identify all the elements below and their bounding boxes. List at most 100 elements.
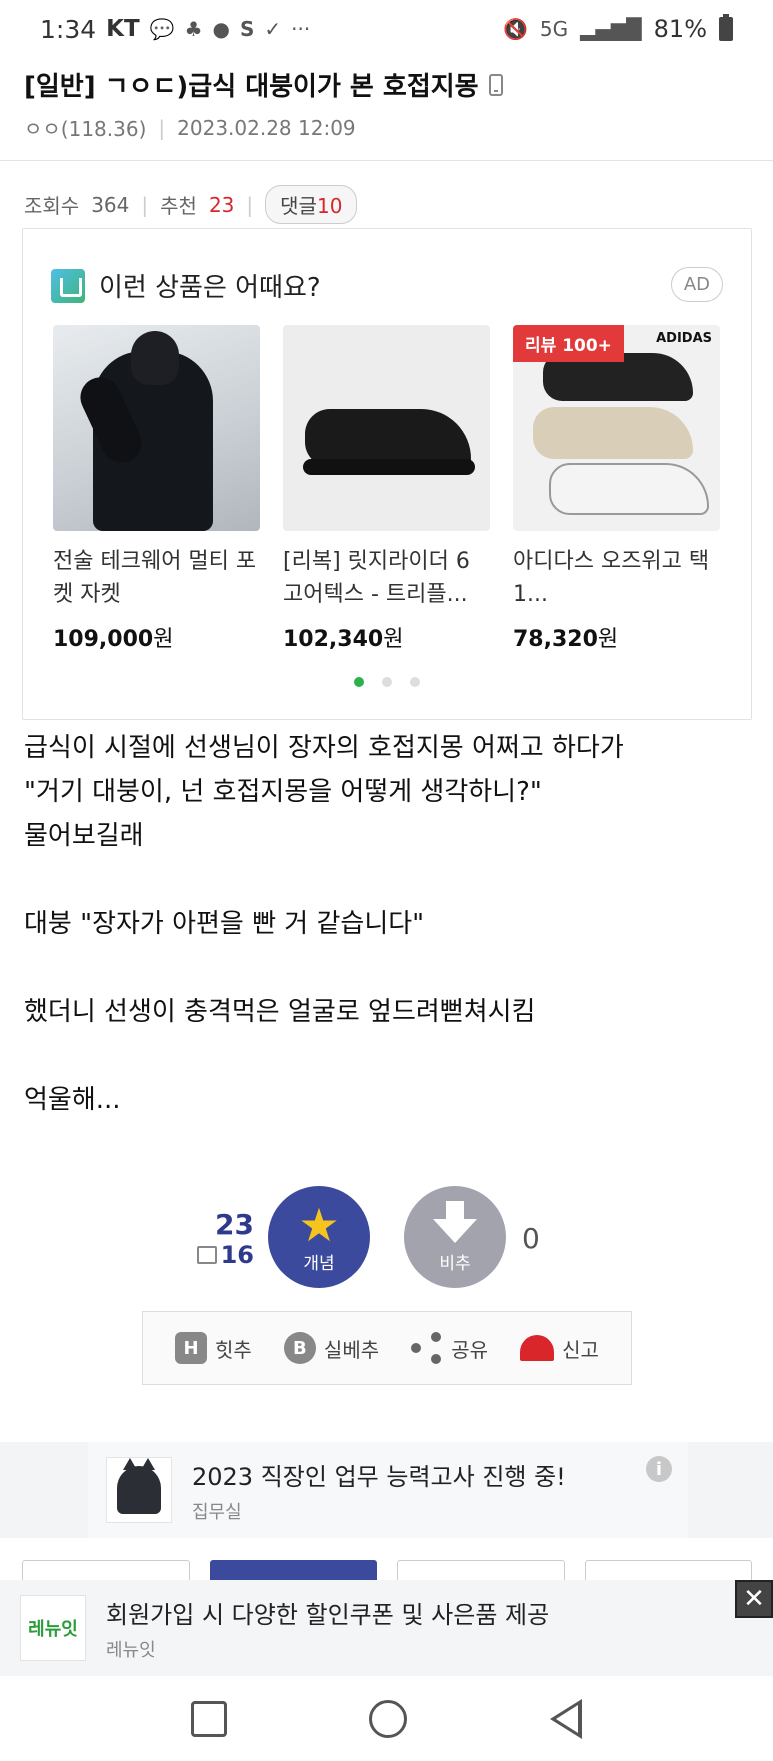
tab[interactable] [209,1560,377,1580]
status-time: 1:34 [40,14,97,44]
up-vote-count: 23 [215,1208,254,1241]
product-image[interactable]: 리뷰 100+ ADIDAS [513,325,720,531]
app-notification-icon: ♣ [184,17,203,41]
mute-icon: 🔇 [502,17,528,41]
battery-percent: 81% [653,15,707,43]
check-icon: ✓ [264,17,282,41]
product-price-value: 102,340 [283,627,384,652]
stats-separator: | [141,192,149,217]
share-button[interactable]: 공유 [411,1332,488,1364]
post-stats: 조회수 364 | 추천 23 | 댓글10 [24,185,358,224]
tabs-peek [22,1560,752,1580]
product-carousel[interactable]: 전술 테크웨어 멀티 포켓 자켓 109,000원 [리복] 릿지라이더 6 고… [53,325,720,653]
product-name[interactable]: 아디다스 오즈위고 택1... [513,545,720,611]
share-node-top [431,1332,442,1342]
mobile-post-icon [488,73,503,96]
views-label: 조회수 [24,194,80,218]
views-count: 364 [91,192,130,217]
fixed-user-icon [196,1246,217,1264]
body-line [24,858,754,902]
bottom-ad-title: 회원가입 시 다양한 할인쿠폰 및 사은품 제공 [106,1600,550,1629]
ad-header: 이런 상품은 어때요? [51,267,321,304]
status-bar: 1:34 KT 💬 ♣ ● S ✓ ··· 🔇 5G ▂▄▆█ 81% [0,0,773,58]
carousel-dot[interactable] [354,677,364,687]
shopping-bag-icon [51,268,85,303]
info-icon[interactable]: i [646,1456,672,1482]
network-5g-icon: 5G [539,17,569,41]
promo-card[interactable]: 2023 직장인 업무 능력고사 진행 중! 집무실 i [88,1442,688,1538]
product-card[interactable]: 리뷰 100+ ADIDAS 아디다스 오즈위고 택1... 78,320원 [513,325,720,653]
fixed-vote-count: 16 [220,1241,254,1269]
report-label: 신고 [562,1337,599,1362]
tab[interactable] [584,1560,752,1580]
hit-label: 힛추 [215,1337,252,1362]
post-body: 급식이 시절에 선생님이 장자의 호접지몽 어쩌고 하다가 "거기 대붕이, 넌… [24,726,754,1122]
more-notifications-icon: ··· [291,17,311,41]
recent-apps-icon[interactable] [191,1700,228,1737]
downvote-label: 비추 [439,1253,471,1274]
star-icon: ★ [298,1197,340,1252]
product-ad-box: 이런 상품은 어때요? AD 전술 테크웨어 멀티 포켓 자켓 109,000원… [22,228,752,720]
arrow-down-icon [433,1218,477,1243]
status-carrier: KT [106,16,140,42]
recommend-count: 23 [208,192,235,217]
best-recommend-button[interactable]: B 실베추 [283,1332,379,1364]
jacket-head [131,331,179,385]
ad-badge[interactable]: AD [670,267,723,302]
recommend-label: 추천 [160,194,197,218]
brand-tag: ADIDAS [656,331,712,346]
product-price: 102,340원 [283,621,490,653]
tab[interactable] [397,1560,565,1580]
body-line [24,946,754,990]
android-nav-bar [0,1676,773,1761]
tab[interactable] [22,1560,190,1580]
price-unit: 원 [597,627,619,652]
header-divider [0,160,773,161]
promo-logo [106,1457,172,1523]
hit-recommend-button[interactable]: H 힛추 [175,1332,252,1364]
stats-separator: | [246,192,254,217]
close-icon[interactable]: ✕ [735,1580,773,1618]
arrow-down-icon-stem [446,1200,464,1219]
product-card[interactable]: 전술 테크웨어 멀티 포켓 자켓 109,000원 [53,325,260,653]
price-unit: 원 [383,627,404,652]
product-price: 78,320원 [513,621,720,653]
cat-logo-icon [117,1458,161,1514]
share-node-bottom [431,1354,442,1364]
s2c [549,463,709,515]
share-label: 공유 [451,1337,489,1362]
bottom-ad-text: 회원가입 시 다양한 할인쿠폰 및 사은품 제공 레뉴잇 [106,1595,549,1662]
post-date: 2023.02.28 12:09 [177,115,356,140]
bottom-ad-banner[interactable]: 레뉴잇 회원가입 시 다양한 할인쿠폰 및 사은품 제공 레뉴잇 ✕ [0,1580,773,1676]
report-button[interactable]: 신고 [520,1334,599,1363]
battery-icon [719,14,733,41]
promo-title: 2023 직장인 업무 능력고사 진행 중! [192,1462,566,1491]
body-line: "거기 대붕이, 넌 호접지몽을 어떻게 생각하니?" [24,777,542,807]
product-name[interactable]: [리복] 릿지라이더 6 고어텍스 - 트리플... [283,545,490,611]
product-image[interactable] [283,325,490,531]
downvote-count: 0 [522,1222,540,1255]
body-line: 물어보길래 [24,821,144,851]
product-card[interactable]: [리복] 릿지라이더 6 고어텍스 - 트리플... 102,340원 [283,325,490,653]
ad-title: 이런 상품은 어때요? [99,273,321,303]
comment-count-button[interactable]: 댓글10 [265,185,358,224]
post-author[interactable]: ㅇㅇ(118.36) [24,113,146,142]
home-icon[interactable] [369,1699,408,1738]
product-image[interactable] [53,325,260,531]
carousel-dot[interactable] [382,677,392,687]
post-title-row: [일반] ㄱㅇㄷ)급식 대붕이가 본 호접지몽 [24,66,503,103]
share-node-left [411,1343,422,1353]
upvote-button[interactable]: ★ 개념 [268,1186,370,1288]
carousel-dot[interactable] [410,677,420,687]
signal-bars-icon: ▂▄▆█ [580,17,642,41]
shoe1-sole [303,459,475,475]
siren-icon [520,1335,555,1361]
bottom-ad-logo: 레뉴잇 [20,1595,86,1661]
body-line [24,1034,754,1078]
bottom-ad-source: 레뉴잇 [106,1639,156,1661]
downvote-button[interactable]: 비추 [404,1186,506,1288]
product-name[interactable]: 전술 테크웨어 멀티 포켓 자켓 [53,545,260,611]
share-icon [411,1332,443,1364]
post-meta: ㅇㅇ(118.36) | 2023.02.28 12:09 [24,113,356,142]
back-icon[interactable] [549,1698,582,1739]
